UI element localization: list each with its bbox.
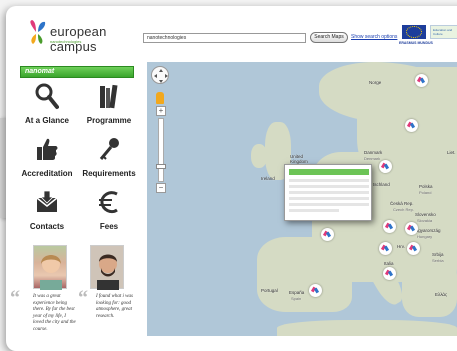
place-label: Danmark <box>364 150 383 155</box>
campus-map-pin[interactable] <box>321 228 334 241</box>
campus-map-pin[interactable] <box>415 74 428 87</box>
place-label: Czech Rep. <box>393 207 414 212</box>
place-label: Ireland <box>261 176 275 181</box>
popup-row <box>289 179 369 182</box>
brand-subtitle: nanotechnologies <box>50 39 82 44</box>
campus-map-pin[interactable] <box>407 242 420 255</box>
popup-row <box>289 197 369 200</box>
place-label: Norge <box>369 80 382 85</box>
campus-map-pin[interactable] <box>379 160 392 173</box>
menu-label: Requirements <box>82 169 136 178</box>
partner-label: Education and Culture <box>433 28 453 36</box>
map-info-popup[interactable] <box>284 164 372 221</box>
thumbs-up-icon <box>37 138 58 160</box>
euro-icon <box>99 191 118 214</box>
quote-mark-icon: “ <box>78 287 88 309</box>
place-label: Denmark <box>364 156 381 161</box>
brand-logo[interactable]: european campus nanotechnologies <box>28 20 138 54</box>
zoom-in-button[interactable]: + <box>156 106 166 116</box>
eu-flag-icon <box>402 25 426 39</box>
place-label: Poland <box>419 190 432 195</box>
campus-map-pin[interactable] <box>379 242 392 255</box>
zoom-slider-handle[interactable] <box>156 164 166 169</box>
key-icon <box>99 138 119 160</box>
menu-label: Fees <box>99 222 119 231</box>
envelope-icon <box>36 190 58 212</box>
place-label: United Kingdom <box>290 154 308 164</box>
popup-row <box>289 191 369 194</box>
menu-label: Contacts <box>29 222 65 231</box>
iberia-land <box>257 237 352 312</box>
place-label: Hungary <box>417 234 433 239</box>
popup-row <box>289 203 369 206</box>
place-label: tschland <box>373 182 390 187</box>
place-label: Česká Rep. <box>390 201 414 206</box>
books-icon <box>100 84 118 109</box>
search-maps-button[interactable]: Search Maps <box>310 32 348 43</box>
popup-row <box>289 185 369 188</box>
testimonial-quote-2: I found what i was looking for: good atm… <box>96 294 133 319</box>
menu-item-contacts[interactable]: Contacts <box>16 186 78 236</box>
place-label: Portugal <box>261 288 278 293</box>
search-options-link[interactable]: Show search options <box>351 34 397 40</box>
popup-header <box>289 169 369 175</box>
menu-item-fees[interactable]: Fees <box>78 186 140 236</box>
menu-item-programme[interactable]: Programme <box>78 80 140 130</box>
zoom-slider-track[interactable] <box>158 118 164 182</box>
place-label: Ελλάς <box>435 292 448 297</box>
place-label: Srbija <box>432 252 444 257</box>
campus-map-pin[interactable] <box>405 119 418 132</box>
student-photo-2 <box>90 245 124 290</box>
north-africa-land <box>277 320 457 336</box>
student-photo-1 <box>33 245 67 290</box>
campus-map-pin[interactable] <box>383 267 396 280</box>
popup-row <box>289 209 339 212</box>
zoom-out-button[interactable]: − <box>156 183 166 193</box>
search-input[interactable]: nanotechnologies <box>143 33 306 43</box>
map-view[interactable]: Norge Danmark Denmark United Kingdom Ire… <box>147 62 457 336</box>
place-label: Slovakia <box>417 218 433 223</box>
campus-map-pin[interactable] <box>383 220 396 233</box>
menu-label: Accreditation <box>21 169 73 178</box>
campus-map-pin[interactable] <box>405 222 418 235</box>
balkans-land <box>402 257 457 317</box>
testimonial-quote-1: It was a great experience being there. B… <box>33 294 76 332</box>
quote-mark-icon: “ <box>10 287 20 309</box>
erasmus-label: ERASMUS MUNDUS <box>399 41 433 45</box>
place-label: Hrv. <box>397 244 405 249</box>
place-label: Italia <box>384 261 394 266</box>
place-label: Spain <box>291 296 302 301</box>
pan-control[interactable] <box>151 66 169 84</box>
place-label: Serbia <box>432 258 444 263</box>
place-label: España <box>289 290 305 295</box>
campus-map-pin[interactable] <box>309 284 322 297</box>
place-label: Slovensko <box>415 212 436 217</box>
place-label: Polska <box>419 184 433 189</box>
place-label: Liet. <box>447 150 456 155</box>
menu-label: At a Glance <box>24 116 69 125</box>
street-view-pegman-icon[interactable] <box>156 92 164 104</box>
ireland-land <box>251 144 267 168</box>
menu-item-requirements[interactable]: Requirements <box>78 133 140 183</box>
magnifier-icon <box>35 83 59 109</box>
butterfly-logo-icon <box>30 20 46 44</box>
partner-logo: Education and Culture <box>430 25 457 39</box>
menu-label: Programme <box>86 116 132 125</box>
programme-banner[interactable]: nanomat <box>20 66 134 78</box>
menu-item-at-a-glance[interactable]: At a Glance <box>16 80 78 130</box>
menu-item-accreditation[interactable]: Accreditation <box>16 133 78 183</box>
